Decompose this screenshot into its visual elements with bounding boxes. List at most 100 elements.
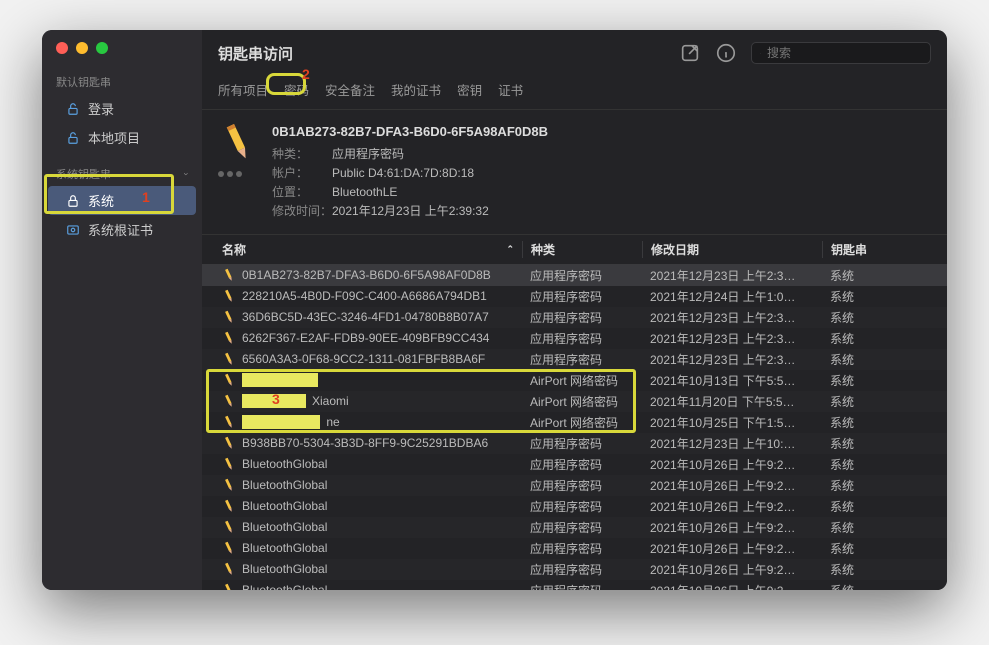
table-row[interactable]: 6262F367-E2AF-FDB9-90EE-409BFB9CC434应用程序… [202, 328, 947, 349]
search-field[interactable] [751, 42, 931, 64]
cell-keychain: 系统 [822, 414, 947, 431]
cell-kind: 应用程序密码 [522, 288, 642, 305]
cell-kind: 应用程序密码 [522, 267, 642, 284]
titlebar: 钥匙串访问 [202, 30, 947, 76]
cell-keychain: 系统 [822, 393, 947, 410]
cell-keychain: 系统 [822, 582, 947, 590]
table-row[interactable]: ne AirPort 网络密码2021年10月25日 下午1:5…系统 [202, 412, 947, 433]
sidebar-item-roots[interactable]: 系统根证书 [42, 215, 202, 244]
password-icon [211, 115, 264, 168]
sidebar-item-system[interactable]: 系统 [48, 186, 196, 215]
tab-0[interactable]: 所有项目 [218, 78, 268, 101]
tab-bar: 2 所有项目密码安全备注我的证书密钥证书 [202, 76, 947, 110]
minimize-icon[interactable] [76, 42, 88, 54]
table-row[interactable]: 228210A5-4B0D-F09C-C400-A6686A794DB1 应用程序… [202, 286, 947, 307]
detail-text: 0B1AB273-82B7-DFA3-B6D0-6F5A98AF0D8B 种类：… [272, 122, 548, 222]
list-header: 名称 ⌃ 种类 修改日期 钥匙串 [202, 235, 947, 265]
table-row[interactable]: AirPort 网络密码2021年10月13日 下午5:5…系统 [202, 370, 947, 391]
cell-name: BluetoothGlobal [242, 562, 327, 576]
sidebar-item-local[interactable]: 本地项目 [42, 123, 202, 152]
cell-date: 2021年10月26日 上午9:2… [642, 519, 822, 536]
chevron-down-icon: › [182, 173, 192, 176]
sidebar-item-label: 本地项目 [88, 128, 140, 147]
sort-asc-icon: ⌃ [506, 244, 514, 255]
detail-acct-label: 帐户： [272, 164, 332, 183]
dots-icon [218, 171, 258, 177]
main-pane: 钥匙串访问 2 所有项目密码安全备注我的证书密钥证书 0B1AB273-82B7… [202, 30, 947, 590]
cell-date: 2021年12月23日 上午2:3… [642, 267, 822, 284]
cell-keychain: 系统 [822, 309, 947, 326]
cell-name: 228210A5-4B0D-F09C-C400-A6686A794DB1 [242, 289, 487, 303]
tab-2[interactable]: 安全备注 [325, 78, 375, 101]
table-row[interactable]: 36D6BC5D-43EC-3246-4FD1-04780B8B07A7应用程序… [202, 307, 947, 328]
password-icon [220, 541, 239, 555]
cell-keychain: 系统 [822, 267, 947, 284]
table-row[interactable]: 6560A3A3-0F68-9CC2-1311-081FBFB8BA6F 应用程序… [202, 349, 947, 370]
tab-4[interactable]: 密钥 [457, 78, 482, 101]
cell-name: 6560A3A3-0F68-9CC2-1311-081FBFB8BA6F [242, 352, 485, 366]
cell-name: BluetoothGlobal [242, 583, 327, 590]
cell-kind: 应用程序密码 [522, 456, 642, 473]
cell-keychain: 系统 [822, 351, 947, 368]
tab-1[interactable]: 密码 [284, 78, 309, 101]
detail-icon-wrap [218, 122, 258, 222]
table-row[interactable]: BluetoothGlobal应用程序密码2021年10月26日 上午9:2…系… [202, 559, 947, 580]
cell-name: B938BB70-5304-3B3D-8FF9-9C25291BDBA6 [242, 436, 488, 450]
cell-name: Xiaomi [312, 394, 349, 408]
col-label: 名称 [222, 241, 246, 258]
detail-mod-label: 修改时间： [272, 202, 332, 221]
cell-name: BluetoothGlobal [242, 478, 327, 492]
cell-keychain: 系统 [822, 477, 947, 494]
cell-date: 2021年12月23日 上午2:3… [642, 351, 822, 368]
cell-keychain: 系统 [822, 288, 947, 305]
list-body[interactable]: 3 0B1AB273-82B7-DFA3-B6D0-6F5A98AF0D8B应用… [202, 265, 947, 590]
cell-kind: AirPort 网络密码 [522, 393, 642, 410]
cell-kind: AirPort 网络密码 [522, 414, 642, 431]
cell-kind: 应用程序密码 [522, 582, 642, 590]
table-row[interactable]: B938BB70-5304-3B3D-8FF9-9C25291BDBA6应用程序… [202, 433, 947, 454]
password-icon [220, 310, 239, 324]
cell-kind: 应用程序密码 [522, 351, 642, 368]
zoom-icon[interactable] [96, 42, 108, 54]
cell-keychain: 系统 [822, 561, 947, 578]
cell-name: BluetoothGlobal [242, 499, 327, 513]
tab-5[interactable]: 证书 [498, 78, 523, 101]
compose-icon[interactable] [679, 42, 701, 64]
cell-name: ne [326, 415, 339, 429]
password-icon [220, 352, 239, 366]
table-row[interactable]: BluetoothGlobal应用程序密码2021年10月26日 上午9:2…系… [202, 496, 947, 517]
cell-date: 2021年10月26日 上午9:2… [642, 561, 822, 578]
table-row[interactable]: BluetoothGlobal应用程序密码2021年10月26日 上午9:2…系… [202, 454, 947, 475]
table-row[interactable]: BluetoothGlobal应用程序密码2021年10月26日 上午9:2…系… [202, 538, 947, 559]
search-input[interactable] [767, 46, 922, 60]
cell-date: 2021年10月26日 上午9:2… [642, 540, 822, 557]
table-row[interactable]: XiaomiAirPort 网络密码2021年11月20日 下午5:5…系统 [202, 391, 947, 412]
sidebar-section-system[interactable]: 系统钥匙串 › [42, 162, 202, 186]
cell-keychain: 系统 [822, 372, 947, 389]
password-icon [220, 499, 239, 513]
info-icon[interactable] [715, 42, 737, 64]
lock-icon [66, 194, 80, 208]
sidebar-item-login[interactable]: 登录 [42, 94, 202, 123]
certificate-icon [66, 223, 80, 237]
cell-keychain: 系统 [822, 498, 947, 515]
cell-name: BluetoothGlobal [242, 457, 327, 471]
cell-date: 2021年10月25日 下午1:5… [642, 414, 822, 431]
lock-open-icon [66, 131, 80, 145]
cell-kind: AirPort 网络密码 [522, 372, 642, 389]
table-row[interactable]: BluetoothGlobal应用程序密码2021年10月26日 上午9:2…系… [202, 475, 947, 496]
col-keychain-header[interactable]: 钥匙串 [822, 241, 947, 258]
tab-3[interactable]: 我的证书 [391, 78, 441, 101]
password-icon [220, 520, 239, 534]
col-date-header[interactable]: 修改日期 [642, 241, 822, 258]
cell-date: 2021年10月26日 上午9:2… [642, 477, 822, 494]
col-name-header[interactable]: 名称 ⌃ [202, 241, 522, 258]
col-kind-header[interactable]: 种类 [522, 241, 642, 258]
table-row[interactable]: BluetoothGlobal应用程序密码2021年10月26日 上午9:2…系… [202, 517, 947, 538]
section-label: 系统钥匙串 [56, 166, 111, 182]
close-icon[interactable] [56, 42, 68, 54]
table-row[interactable]: BluetoothGlobal应用程序密码2021年10月26日 上午9:2…系… [202, 580, 947, 590]
table-row[interactable]: 0B1AB273-82B7-DFA3-B6D0-6F5A98AF0D8B应用程序… [202, 265, 947, 286]
cell-keychain: 系统 [822, 435, 947, 452]
detail-acct: Public D4:61:DA:7D:8D:18 [332, 166, 474, 180]
